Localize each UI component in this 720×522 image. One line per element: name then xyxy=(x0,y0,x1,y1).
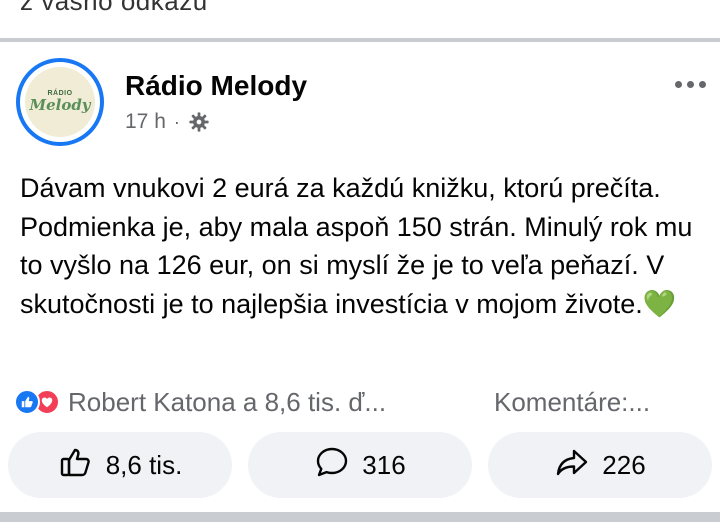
previous-post-text: z vášho odkazu xyxy=(20,0,208,16)
radio-logo: RÁDIO Melody xyxy=(25,67,95,137)
reactors-text[interactable]: Robert Katona a 8,6 tis. ď... xyxy=(68,387,386,418)
share-icon xyxy=(554,444,590,487)
logo-text: Melody xyxy=(29,96,91,114)
post-divider-bottom xyxy=(0,512,720,522)
post-meta: 17 h · xyxy=(125,110,210,134)
feed-post: RÁDIO Melody Rádio Melody 17 h · Dávam v… xyxy=(0,42,720,512)
share-count: 226 xyxy=(602,449,646,480)
page-name[interactable]: Rádio Melody xyxy=(125,70,307,102)
comment-icon xyxy=(314,444,350,487)
green-heart-emoji: 💚 xyxy=(642,288,677,319)
page-avatar[interactable]: RÁDIO Melody xyxy=(16,58,104,146)
comment-button[interactable]: 316 xyxy=(248,432,472,498)
reactions-summary: Robert Katona a 8,6 tis. ď... Komentáre:… xyxy=(14,384,714,420)
reaction-icons[interactable] xyxy=(14,389,60,415)
share-button[interactable]: 226 xyxy=(488,432,712,498)
comment-count: 316 xyxy=(362,449,406,480)
gear-icon xyxy=(188,111,210,133)
like-reaction-icon xyxy=(14,389,40,415)
comments-link[interactable]: Komentáre:... xyxy=(494,387,650,418)
like-button[interactable]: 8,6 tis. xyxy=(8,432,232,498)
post-time[interactable]: 17 h xyxy=(125,110,166,134)
like-count: 8,6 tis. xyxy=(105,449,183,480)
meta-separator: · xyxy=(173,111,180,132)
post-text: Dávam vnukovi 2 eurá za každú knižku, kt… xyxy=(20,169,710,323)
post-body: Dávam vnukovi 2 eurá za každú knižku, kt… xyxy=(20,173,693,319)
more-options-icon[interactable] xyxy=(670,76,710,92)
thumbs-up-icon xyxy=(58,444,94,487)
previous-post-fragment: z vášho odkazu xyxy=(0,0,720,38)
